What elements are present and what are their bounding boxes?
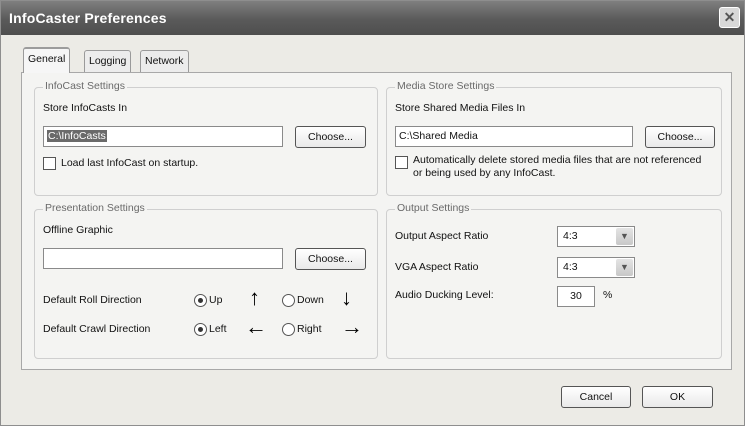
offline-graphic-choose-button[interactable]: Choose... (295, 248, 366, 270)
infocast-settings-legend: InfoCast Settings (43, 80, 127, 92)
cancel-button[interactable]: Cancel (561, 386, 631, 408)
store-infocasts-label: Store InfoCasts In (43, 102, 128, 114)
store-media-value: C:\Shared Media (399, 130, 478, 142)
load-last-label: Load last InfoCast on startup. (61, 157, 199, 169)
offline-graphic-input[interactable] (43, 248, 283, 269)
tab-network[interactable]: Network (140, 50, 189, 72)
infocasts-choose-button[interactable]: Choose... (295, 126, 366, 148)
roll-up-radio[interactable] (194, 294, 207, 307)
offline-graphic-label: Offline Graphic (43, 224, 113, 236)
arrow-right-icon: → (341, 314, 363, 339)
roll-direction-label: Default Roll Direction (43, 294, 142, 306)
ok-button[interactable]: OK (642, 386, 713, 408)
crawl-left-label: Left (209, 323, 227, 335)
media-store-settings-legend: Media Store Settings (395, 80, 497, 92)
output-settings-legend: Output Settings (395, 202, 472, 214)
presentation-settings-group: Presentation Settings Offline Graphic Ch… (34, 202, 378, 359)
chevron-down-icon: ▼ (616, 259, 633, 276)
crawl-direction-label: Default Crawl Direction (43, 323, 151, 335)
store-media-input[interactable]: C:\Shared Media (395, 126, 633, 147)
store-infocasts-input[interactable]: C:\InfoCasts (43, 126, 283, 147)
audio-ducking-label: Audio Ducking Level: (395, 289, 494, 301)
roll-up-label: Up (209, 294, 223, 306)
presentation-settings-legend: Presentation Settings (43, 202, 147, 214)
tab-general[interactable]: General (23, 47, 71, 73)
load-last-checkbox[interactable] (43, 157, 56, 170)
store-infocasts-value: C:\InfoCasts (47, 130, 107, 142)
output-settings-group: Output Settings Output Aspect Ratio 4:3 … (386, 202, 722, 359)
vga-aspect-value: 4:3 (563, 261, 578, 273)
general-tab-panel: InfoCast Settings Store InfoCasts In C:\… (21, 72, 732, 370)
crawl-right-radio[interactable] (282, 323, 295, 336)
crawl-right-label: Right (297, 323, 322, 335)
infocast-settings-group: InfoCast Settings Store InfoCasts In C:\… (34, 80, 378, 196)
title-bar[interactable]: InfoCaster Preferences ✕ (1, 1, 744, 35)
media-store-settings-group: Media Store Settings Store Shared Media … (386, 80, 722, 196)
arrow-left-icon: ← (245, 314, 267, 339)
arrow-down-icon: ↓ (341, 285, 352, 310)
roll-down-radio[interactable] (282, 294, 295, 307)
vga-aspect-select[interactable]: 4:3 ▼ (557, 257, 635, 278)
audio-ducking-input[interactable]: 30 (557, 286, 595, 307)
close-button[interactable]: ✕ (719, 7, 740, 28)
media-choose-button[interactable]: Choose... (645, 126, 715, 148)
auto-delete-label: Automatically delete stored media files … (413, 154, 702, 179)
output-aspect-label: Output Aspect Ratio (395, 230, 489, 242)
output-aspect-value: 4:3 (563, 230, 578, 242)
roll-down-label: Down (297, 294, 324, 306)
store-media-label: Store Shared Media Files In (395, 102, 526, 114)
arrow-up-icon: ↑ (249, 285, 260, 310)
chevron-down-icon: ▼ (616, 228, 633, 245)
audio-ducking-unit: % (603, 289, 613, 301)
vga-aspect-label: VGA Aspect Ratio (395, 261, 479, 273)
tab-logging[interactable]: Logging (84, 50, 132, 72)
window-title: InfoCaster Preferences (9, 10, 167, 26)
preferences-dialog: InfoCaster Preferences ✕ General Logging… (0, 0, 745, 426)
auto-delete-checkbox[interactable] (395, 156, 408, 169)
crawl-left-radio[interactable] (194, 323, 207, 336)
output-aspect-select[interactable]: 4:3 ▼ (557, 226, 635, 247)
